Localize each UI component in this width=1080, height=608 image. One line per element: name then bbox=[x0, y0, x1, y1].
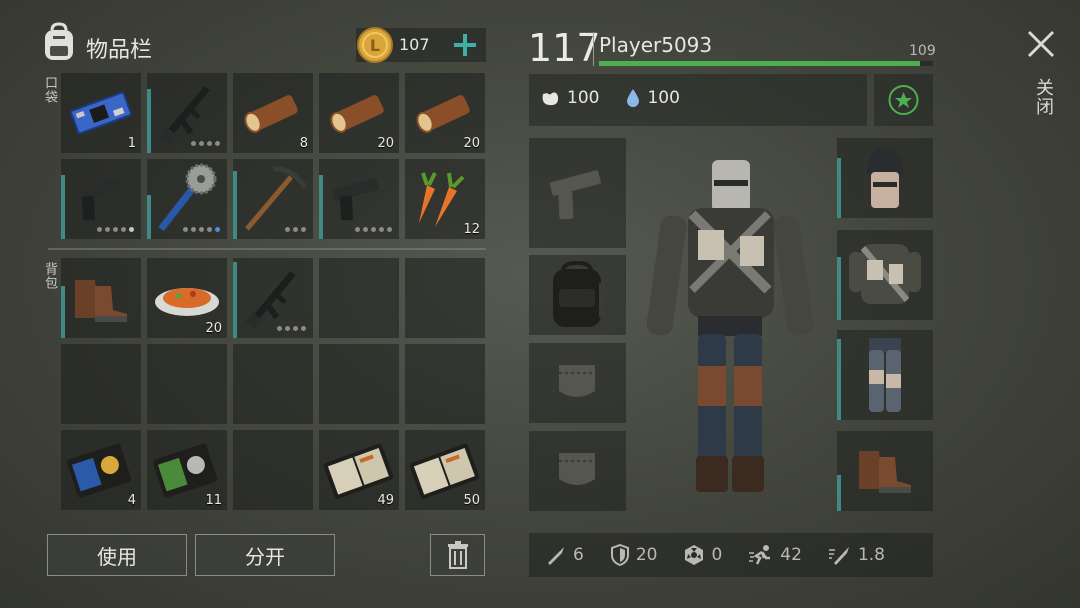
pocket-slot-log[interactable]: 8 bbox=[233, 73, 313, 153]
weapon-slot[interactable] bbox=[529, 138, 626, 248]
level-divider bbox=[593, 32, 594, 66]
star-badge-icon bbox=[888, 85, 919, 115]
backpack-icon bbox=[40, 22, 78, 62]
add-coins-button[interactable] bbox=[450, 30, 480, 60]
backpack-slot-sheriff-id[interactable]: 11 bbox=[147, 430, 227, 510]
section-divider bbox=[48, 248, 486, 250]
pocket-slot-pistol[interactable] bbox=[319, 159, 399, 239]
coin-count: 107 bbox=[399, 35, 430, 54]
boots-icon bbox=[859, 451, 911, 493]
helmet-icon bbox=[867, 148, 903, 208]
item-count: 20 bbox=[205, 321, 222, 336]
food-value: 100 bbox=[567, 88, 600, 108]
attack-speed-value: 1.8 bbox=[857, 545, 885, 565]
item-count: 20 bbox=[463, 136, 480, 151]
pocket-slot-saw-mace[interactable] bbox=[147, 159, 227, 239]
pocket-slot-carrot[interactable]: 12 bbox=[405, 159, 485, 239]
xp-bar-fill bbox=[599, 61, 920, 66]
player-name: Player5093 bbox=[599, 33, 713, 57]
attack-value: 6 bbox=[573, 545, 584, 565]
stomach-icon bbox=[542, 92, 559, 106]
item-count: 11 bbox=[205, 493, 222, 508]
speed-value: 42 bbox=[780, 545, 802, 565]
shield-icon bbox=[610, 544, 629, 566]
backpack-slot-empty[interactable] bbox=[233, 430, 313, 510]
close-button[interactable]: 关闭 bbox=[1018, 26, 1064, 136]
pocket-slot-log[interactable]: 20 bbox=[319, 73, 399, 153]
backpack-slot[interactable] bbox=[529, 255, 626, 335]
svg-text:L: L bbox=[370, 36, 380, 55]
backpack-slot-document[interactable]: 49 bbox=[319, 430, 399, 510]
pocket-slot-chip[interactable]: 1 bbox=[61, 73, 141, 153]
backpack-icon bbox=[553, 260, 605, 327]
legs-slot[interactable] bbox=[837, 330, 933, 420]
backpack-slot-empty[interactable] bbox=[233, 344, 313, 424]
body-slot[interactable] bbox=[837, 230, 933, 320]
item-count: 8 bbox=[299, 136, 308, 151]
xp-bar bbox=[599, 61, 933, 66]
backpack-label: 背包 bbox=[42, 262, 57, 290]
pocket-slot-pickaxe[interactable] bbox=[233, 159, 313, 239]
backpack-slot-empty[interactable] bbox=[405, 344, 485, 424]
perks-button[interactable] bbox=[874, 74, 933, 126]
vitals-panel: 100 100 bbox=[529, 74, 867, 126]
backpack-slot-empty[interactable] bbox=[61, 344, 141, 424]
pocket-silhouette-icon bbox=[559, 453, 595, 485]
pocket-slot-rifle[interactable] bbox=[147, 73, 227, 153]
feet-slot[interactable] bbox=[837, 431, 933, 511]
defense-value: 20 bbox=[635, 545, 658, 565]
attack-icon bbox=[548, 547, 564, 565]
pocket-equip-slot[interactable] bbox=[529, 431, 626, 511]
plus-icon bbox=[454, 34, 476, 56]
inventory-title: 物品栏 bbox=[86, 38, 153, 63]
backpack-slot-food[interactable]: 20 bbox=[147, 258, 227, 338]
backpack-slot-empty[interactable] bbox=[405, 258, 485, 338]
head-slot[interactable] bbox=[837, 138, 933, 218]
attack-speed-icon bbox=[828, 547, 849, 565]
character-model bbox=[640, 150, 820, 505]
pocket-slot-log[interactable]: 20 bbox=[405, 73, 485, 153]
item-count: 50 bbox=[463, 493, 480, 508]
pocket-silhouette-icon bbox=[559, 365, 595, 397]
pocket-equip-slot[interactable] bbox=[529, 343, 626, 423]
close-label: 关闭 bbox=[1033, 78, 1054, 116]
pockets-label: 口袋 bbox=[42, 76, 57, 104]
water-drop-icon bbox=[627, 89, 640, 107]
pistol-silhouette-icon bbox=[549, 170, 601, 220]
radiation-value: 0 bbox=[711, 545, 723, 565]
coin-icon: L bbox=[356, 26, 394, 64]
xp-value: 109 bbox=[909, 43, 936, 59]
backpack-slot-empty[interactable] bbox=[319, 344, 399, 424]
item-count: 1 bbox=[127, 136, 136, 151]
backpack-slot-empty[interactable] bbox=[147, 344, 227, 424]
use-button[interactable]: 使用 bbox=[47, 534, 187, 576]
close-icon bbox=[1027, 30, 1055, 58]
running-icon bbox=[749, 545, 771, 565]
item-count: 12 bbox=[463, 222, 480, 237]
trash-button[interactable] bbox=[430, 534, 485, 576]
backpack-slot-boots[interactable] bbox=[61, 258, 141, 338]
item-count: 20 bbox=[377, 136, 394, 151]
split-button[interactable]: 分开 bbox=[195, 534, 335, 576]
armor-vest-icon bbox=[849, 244, 921, 304]
player-level: 117 bbox=[528, 26, 601, 70]
water-value: 100 bbox=[647, 88, 680, 108]
radiation-icon bbox=[685, 545, 704, 565]
backpack-slot-police-id[interactable]: 4 bbox=[61, 430, 141, 510]
pocket-slot-pistol[interactable] bbox=[61, 159, 141, 239]
pants-icon bbox=[869, 338, 901, 412]
backpack-slot-document[interactable]: 50 bbox=[405, 430, 485, 510]
trash-icon bbox=[447, 541, 468, 569]
item-count: 4 bbox=[127, 493, 136, 508]
backpack-slot-rifle[interactable] bbox=[233, 258, 313, 338]
stats-bar: 6 20 0 42 1.8 bbox=[529, 533, 933, 577]
boots-icon bbox=[75, 280, 127, 322]
backpack-slot-empty[interactable] bbox=[319, 258, 399, 338]
item-count: 49 bbox=[377, 493, 394, 508]
